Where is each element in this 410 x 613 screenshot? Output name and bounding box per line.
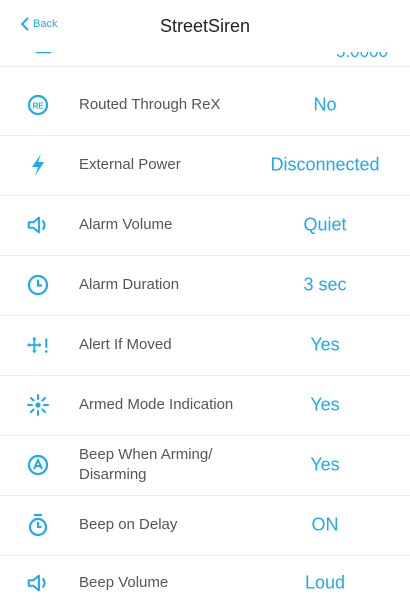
divider: [0, 66, 410, 67]
move-alert-icon: [26, 333, 50, 357]
speaker-icon: [26, 571, 50, 595]
blink-icon: [26, 393, 50, 417]
row-label: Beep Volume: [79, 574, 169, 591]
row-label: Alert If Moved: [79, 336, 172, 353]
row-label: Alarm Duration: [79, 276, 180, 293]
row-alert-if-moved[interactable]: Alert If Moved Yes: [0, 315, 410, 375]
row-value[interactable]: Yes: [240, 335, 410, 356]
row-value[interactable]: ON: [240, 515, 410, 536]
row-alarm-volume[interactable]: Alarm Volume Quiet: [0, 195, 410, 255]
row-beep-volume[interactable]: Beep Volume Loud: [0, 553, 410, 613]
row-value[interactable]: Yes: [240, 455, 410, 476]
row-label: Beep on Delay: [79, 516, 178, 533]
speaker-icon: [26, 213, 50, 237]
row-external-power[interactable]: External Power Disconnected: [0, 135, 410, 195]
header: Back StreetSiren: [0, 0, 410, 52]
row-label: Beep When Arming/ Disarming: [79, 446, 213, 483]
row-value[interactable]: 3 sec: [240, 275, 410, 296]
lightning-icon: [26, 153, 50, 177]
timer-icon: [26, 513, 50, 537]
row-label: Armed Mode Indication: [79, 396, 234, 413]
row-label: Alarm Volume: [79, 216, 173, 233]
row-value[interactable]: Quiet: [240, 215, 410, 236]
arm-icon: [26, 453, 50, 477]
row-value[interactable]: Loud: [240, 573, 410, 594]
row-label: External Power: [79, 156, 181, 173]
svg-text:RE: RE: [32, 102, 44, 111]
row-armed-mode-indication[interactable]: Armed Mode Indication Yes: [0, 375, 410, 435]
row-label: Routed Through ReX: [79, 96, 221, 113]
row-beep-when-arming[interactable]: Beep When Arming/ Disarming Yes: [0, 435, 410, 495]
row-value[interactable]: No: [240, 95, 410, 116]
row-alarm-duration[interactable]: Alarm Duration 3 sec: [0, 255, 410, 315]
row-beep-on-delay[interactable]: Beep on Delay ON: [0, 495, 410, 555]
row-value[interactable]: Disconnected: [240, 155, 410, 176]
page-title: StreetSiren: [159, 16, 251, 36]
clock-icon: [26, 273, 50, 297]
row-value[interactable]: Yes: [240, 395, 410, 416]
rex-icon: RE: [26, 93, 50, 117]
row-routed-through-rex[interactable]: RE Routed Through ReX No: [0, 75, 410, 135]
